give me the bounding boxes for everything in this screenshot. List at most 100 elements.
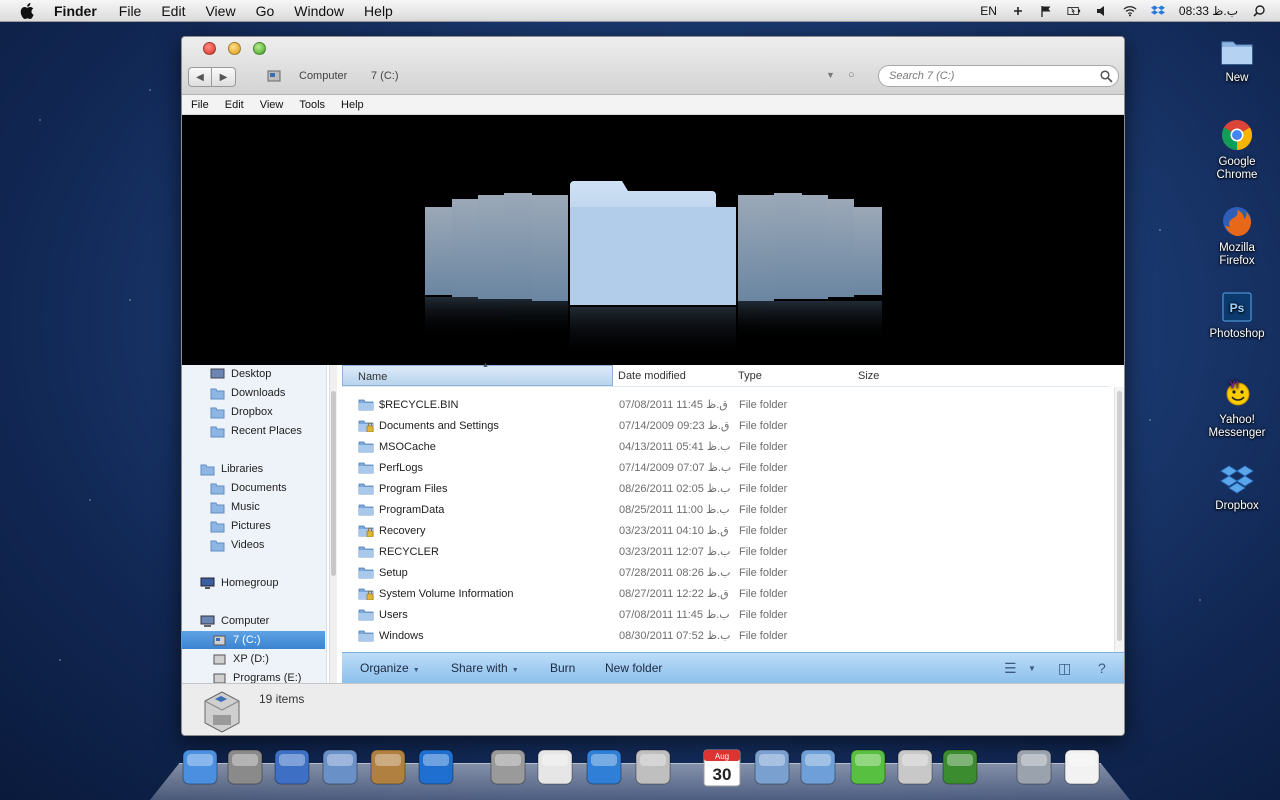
table-row[interactable]: MSOCache 04/13/2011 05:41 ب.ظ File folder [358,436,1098,457]
dock-item-weather[interactable] [750,744,794,790]
wifi-icon[interactable] [1123,4,1137,18]
dock-item-trash[interactable] [1012,744,1056,790]
table-row[interactable]: $RECYCLE.BIN 07/08/2011 11:45 ق.ظ File fol… [358,394,1098,415]
breadcrumb-drive[interactable]: 7 (C:) [371,70,399,82]
explorer-menu-view[interactable]: View [260,99,284,111]
help-button[interactable]: ? [1098,660,1106,676]
nav-item-drive-c[interactable]: 7 (C:) [182,631,325,649]
battery-status-icon[interactable] [1067,4,1081,18]
zoom-button[interactable] [253,42,266,55]
desktop-icon-photoshop[interactable]: Ps Photoshop [1202,290,1272,341]
table-row[interactable]: ProgramData 08/25/2011 11:00 ب.ظ File fold… [358,499,1098,520]
nav-item-downloads[interactable]: Downloads [210,384,285,402]
nav-item-desktop[interactable]: Desktop [210,365,271,383]
nav-item-homegroup[interactable]: Homegroup [200,574,278,592]
file-list-scrollbar-thumb[interactable] [1117,391,1122,641]
nav-item-documents[interactable]: Documents [210,479,287,497]
menu-clock[interactable]: 08:33 ب.ظ [1179,4,1238,18]
dock-item-ical[interactable]: Aug 30 [700,744,744,790]
nav-item-recent-places[interactable]: Recent Places [210,422,302,440]
nav-item-dropbox[interactable]: Dropbox [210,403,273,421]
dropbox-tray-icon[interactable] [1150,4,1165,18]
burn-button[interactable]: Burn [550,661,575,675]
view-options-icon[interactable]: ☰ [1004,660,1017,677]
dock-item-textedit[interactable] [533,744,577,790]
view-chevron-icon[interactable]: ▼ [1028,664,1036,673]
column-header-date[interactable]: Date modified [618,370,686,382]
address-dropdown-icon[interactable]: ▼ [826,70,835,80]
nav-item-music[interactable]: Music [210,498,260,516]
explorer-menu-edit[interactable]: Edit [225,99,244,111]
menu-help[interactable]: Help [364,3,393,19]
desktop-icon-mozilla-firefox[interactable]: Mozilla Firefox [1202,204,1272,268]
column-header-type[interactable]: Type [738,370,762,382]
table-row[interactable]: Documents and Settings 07/14/2009 09:23 ق… [358,415,1098,436]
column-header-size[interactable]: Size [858,370,879,382]
new-folder-button[interactable]: New folder [605,661,662,675]
nav-item-videos[interactable]: Videos [210,536,264,554]
menu-window[interactable]: Window [294,3,344,19]
dock-item-system-preferences[interactable] [223,744,267,790]
dock-item-preview[interactable] [486,744,530,790]
dock-item-app-store[interactable] [582,744,626,790]
dock-item-folder-stack[interactable] [796,744,840,790]
explorer-menu-help[interactable]: Help [341,99,364,111]
table-row[interactable]: RECYCLER 03/23/2011 12:07 ب.ظ File folder [358,541,1098,562]
dock-item-activity-monitor[interactable] [938,744,982,790]
desktop-icon-google-chrome[interactable]: Google Chrome [1202,118,1272,182]
dock-item-calculator[interactable] [631,744,675,790]
back-button[interactable]: ◀ [188,67,212,87]
search-input[interactable]: Search 7 (C:) [878,65,1119,87]
organize-button[interactable]: Organize ▼ [360,661,420,675]
desktop-icon-yahoo-messenger[interactable]: Y! Yahoo! Messenger [1202,376,1272,440]
dock-item-document[interactable] [1060,744,1104,790]
menu-app-finder[interactable]: Finder [54,3,97,19]
preview-pane-icon[interactable]: ◫ [1058,660,1071,677]
refresh-icon[interactable]: ○ [848,69,855,81]
share-with-button[interactable]: Share with ▼ [451,661,519,675]
menu-go[interactable]: Go [256,3,275,19]
nav-item-drive-d[interactable]: XP (D:) [212,650,269,668]
dock-item-mission-control[interactable] [270,744,314,790]
dock-item-utilities[interactable] [893,744,937,790]
column-header-name[interactable]: ▲ Name [342,362,613,386]
forward-button[interactable]: ▶ [212,67,236,87]
table-row[interactable]: Setup 07/28/2011 08:26 ب.ظ File folder [358,562,1098,583]
table-row[interactable]: Users 07/08/2011 11:45 ب.ظ File folder [358,604,1098,625]
table-row[interactable]: Windows 08/30/2011 07:52 ب.ظ File folder [358,625,1098,646]
flag-icon[interactable] [1039,4,1053,18]
table-row[interactable]: Recovery 03/23/2011 04:10 ق.ظ File folder [358,520,1098,541]
dock-item-mail[interactable] [318,744,362,790]
nav-item-computer[interactable]: Computer [200,612,269,630]
file-list-scrollbar[interactable] [1114,387,1124,652]
menu-file[interactable]: File [119,3,142,19]
minimize-button[interactable] [228,42,241,55]
table-row[interactable]: System Volume Information 08/27/2011 12:2… [358,583,1098,604]
dock-item-battery[interactable] [846,744,890,790]
breadcrumb-computer[interactable]: Computer [299,70,347,82]
table-row[interactable]: PerfLogs 07/14/2009 07:07 ب.ظ File folder [358,457,1098,478]
nav-item-pictures[interactable]: Pictures [210,517,271,535]
desktop-icon-dropbox[interactable]: Dropbox [1202,462,1272,513]
menu-edit[interactable]: Edit [161,3,185,19]
volume-icon[interactable] [1095,4,1109,18]
window-titlebar[interactable]: ◀ ▶ Computer 7 (C:) ▼ ○ Search 7 (C:) [182,37,1124,95]
nav-item-libraries[interactable]: Libraries [200,460,263,478]
input-language[interactable]: EN [980,4,997,18]
desktop-icon-new[interactable]: New [1202,34,1272,85]
nav-item-drive-e[interactable]: Programs (E:) [212,669,301,683]
nav-scrollbar[interactable] [329,365,337,683]
explorer-menu-tools[interactable]: Tools [299,99,325,111]
dock-item-finder[interactable] [178,744,222,790]
plus-icon[interactable] [1011,4,1025,18]
search-icon[interactable] [1100,70,1113,83]
nav-scrollbar-thumb[interactable] [331,391,336,576]
explorer-menu-file[interactable]: File [191,99,209,111]
dock-item-quicktime[interactable] [414,744,458,790]
menu-view[interactable]: View [205,3,235,19]
dock-item-address-book[interactable] [366,744,410,790]
spotlight-icon[interactable] [1252,4,1266,18]
close-button[interactable] [203,42,216,55]
table-row[interactable]: Program Files 08/26/2011 02:05 ب.ظ File fo… [358,478,1098,499]
apple-icon[interactable] [18,1,38,21]
